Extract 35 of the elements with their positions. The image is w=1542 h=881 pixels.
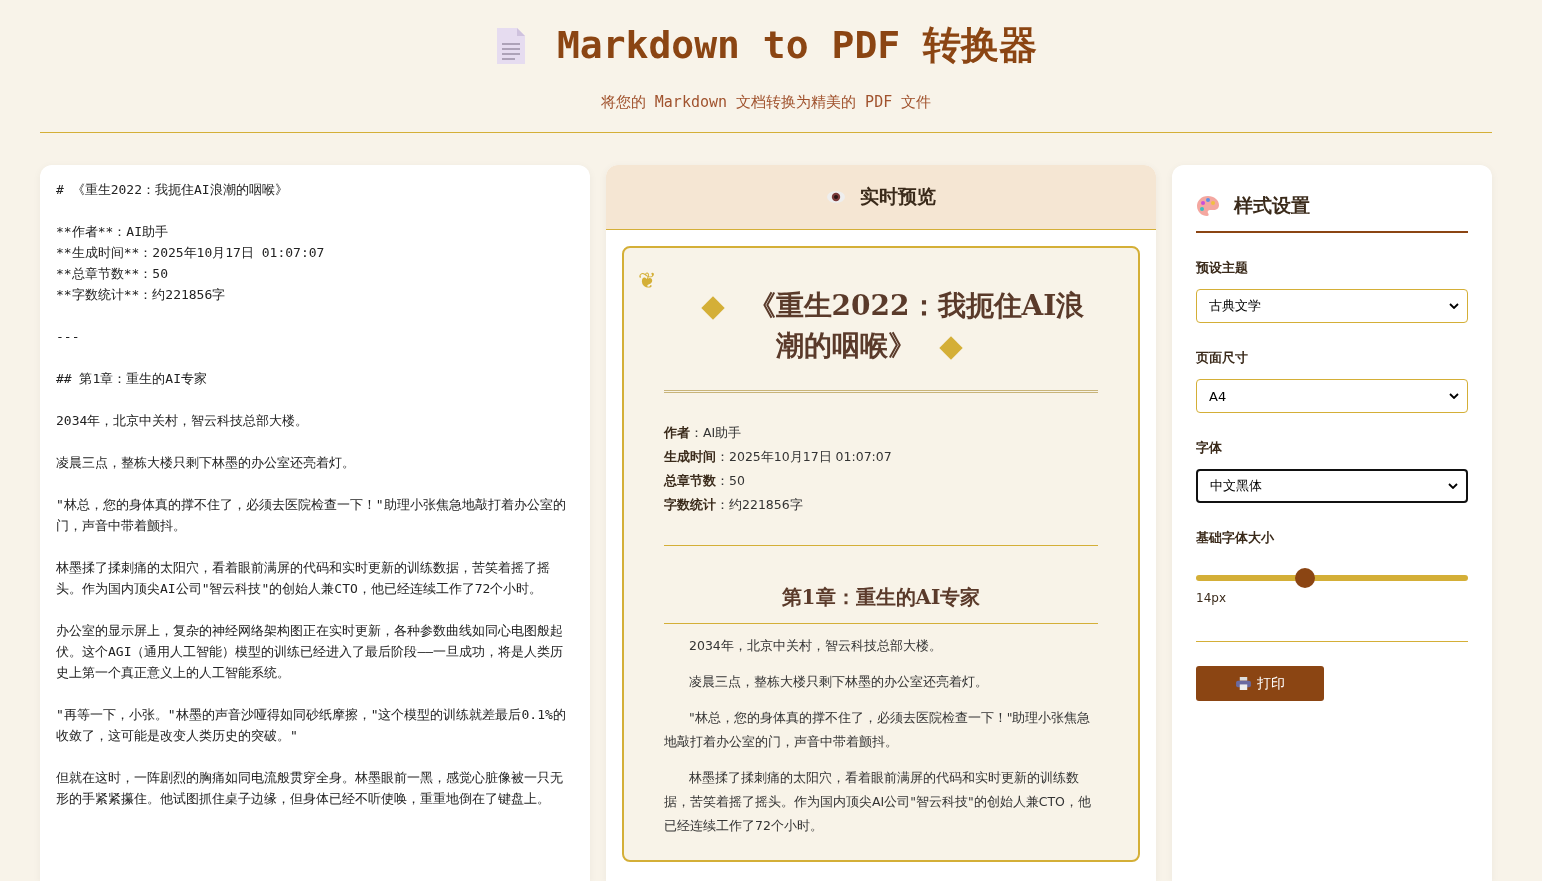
palette-icon: [1196, 195, 1220, 217]
settings-title: 样式设置: [1234, 193, 1310, 218]
paragraph: "林总，您的身体真的撑不住了，必须去医院检查一下！"助理小张焦急地敲打着办公室的门，声音中带着颤抖。: [664, 709, 1092, 751]
chevron-down-icon: [1448, 483, 1458, 489]
print-button[interactable]: 打印: [1196, 666, 1324, 701]
font-size-slider[interactable]: [1196, 568, 1468, 588]
field-label: 字体: [1196, 439, 1223, 457]
printer-icon: [1235, 677, 1251, 690]
meta-line: 生成时间：2025年10月17日 01:07:07: [664, 448, 893, 466]
meta-line: 字数统计：约221856字: [664, 496, 804, 514]
paragraph: 凌晨三点，整栋大楼只剩下林墨的办公室还亮着灯。: [688, 673, 989, 691]
meta-line: 总章节数：50: [664, 472, 746, 490]
field-label: 基础字体大小: [1196, 529, 1275, 547]
dropdown[interactable]: A4: [1196, 379, 1468, 413]
app-subtitle: 将您的 Markdown 文档转换为精美的 PDF 文件: [600, 93, 932, 112]
paragraph: 林墨揉了揉刺痛的太阳穴，看着眼前满屏的代码和实时更新的训练数据，苦笑着摇了摇头。作为国内顶尖AI公司"智云科技"的创始人兼CTO，他已经连续工作了72个小时。: [664, 769, 1092, 835]
field-label: 预设主题: [1196, 259, 1249, 277]
chevron-down-icon: [1449, 303, 1459, 309]
ornament: ❦: [638, 268, 656, 293]
chevron-down-icon: [1449, 393, 1459, 399]
document-icon: [494, 25, 527, 66]
paragraph: 2034年，北京中关村，智云科技总部大楼。: [688, 637, 943, 655]
document-title: 《重生2022：我扼住AI浪潮的咽喉》: [664, 286, 1098, 366]
slider-value: 14px: [1196, 591, 1227, 605]
preview-title: 实时预览: [860, 184, 936, 209]
dropdown[interactable]: 古典文学: [1196, 289, 1468, 323]
diamond-icon: [938, 334, 964, 361]
chapter-heading: 第1章：重生的AI专家: [664, 584, 1098, 624]
eye-icon: [826, 190, 846, 204]
app-title: Markdown to PDF 转换器: [556, 22, 1037, 69]
dropdown[interactable]: 中文黑体: [1196, 469, 1468, 503]
field-label: 页面尺寸: [1196, 349, 1249, 367]
meta-line: 作者：AI助手: [664, 424, 743, 442]
slider-thumb[interactable]: [1294, 568, 1315, 588]
diamond-icon: [699, 294, 726, 321]
